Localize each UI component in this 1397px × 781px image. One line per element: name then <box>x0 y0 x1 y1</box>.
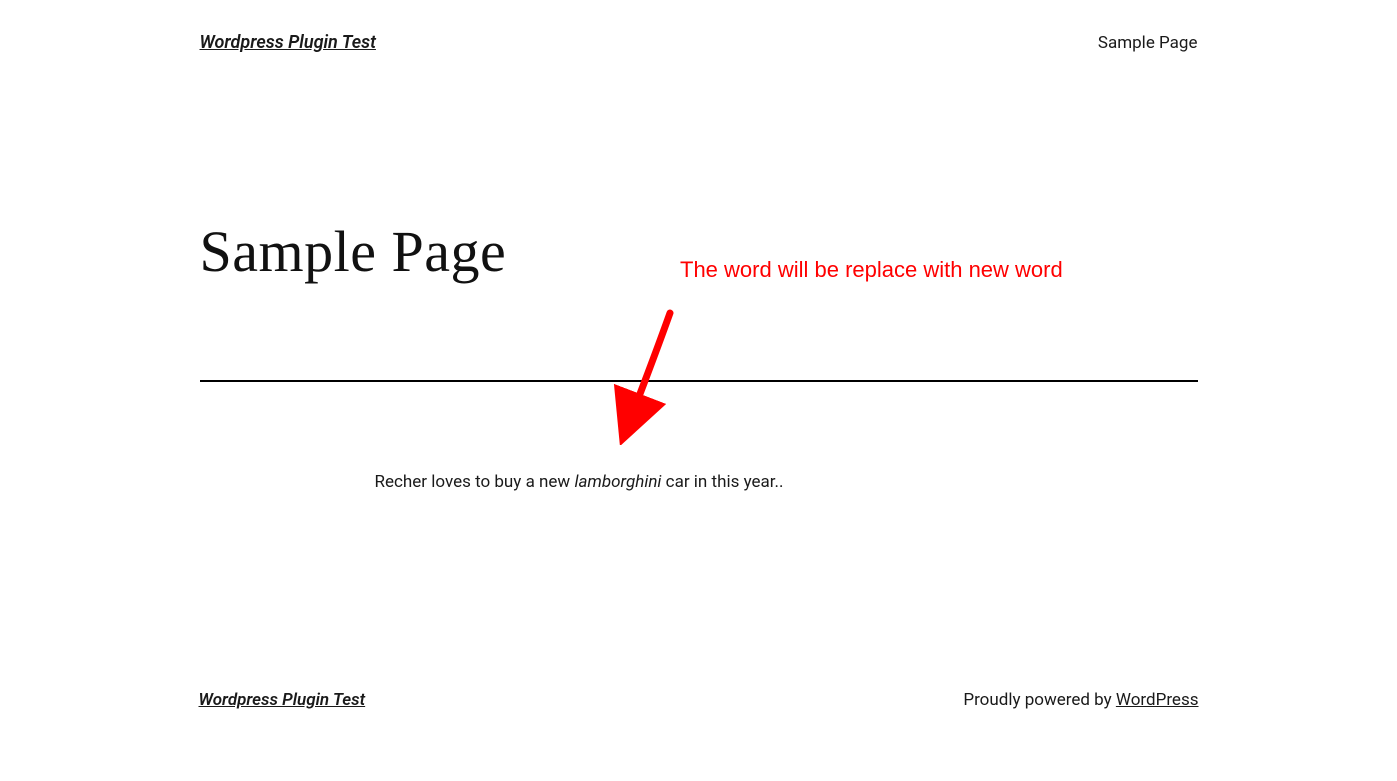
replaced-word: lamborghini <box>574 472 661 492</box>
footer-site-title-link[interactable]: Wordpress Plugin Test <box>199 690 366 710</box>
paragraph-text-before: Recher loves to buy a new <box>375 472 575 492</box>
nav-sample-page[interactable]: Sample Page <box>1098 33 1198 53</box>
footer-powered-by: Proudly powered by WordPress <box>963 690 1198 710</box>
divider <box>200 380 1198 382</box>
footer-wordpress-link[interactable]: WordPress <box>1116 690 1199 710</box>
paragraph-text-after: car in this year.. <box>661 472 783 492</box>
site-footer: Wordpress Plugin Test Proudly powered by… <box>0 690 1397 710</box>
annotation-label: The word will be replace with new word <box>680 257 1063 283</box>
sample-paragraph: Recher loves to buy a new lamborghini ca… <box>375 472 1198 492</box>
site-header: Wordpress Plugin Test Sample Page <box>200 0 1198 73</box>
site-title-link[interactable]: Wordpress Plugin Test <box>200 32 376 53</box>
footer-powered-text: Proudly powered by <box>963 690 1116 710</box>
page-content: Recher loves to buy a new lamborghini ca… <box>200 472 1198 492</box>
